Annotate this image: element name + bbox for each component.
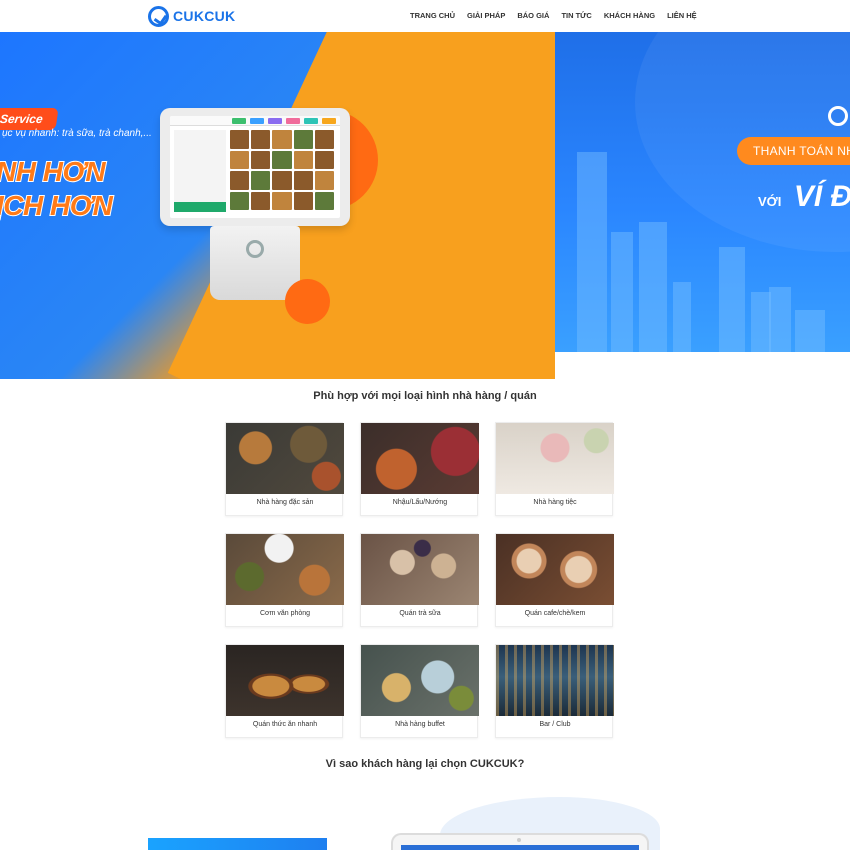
card-image	[226, 645, 344, 716]
city-building	[577, 152, 607, 352]
pos-tab	[250, 118, 264, 124]
pos-tab	[286, 118, 300, 124]
card-label: Bar / Club	[539, 721, 571, 728]
laptop-image	[391, 833, 649, 850]
type-card[interactable]: Nhậu/Lẩu/Nướng	[360, 422, 479, 516]
city-building	[673, 282, 691, 352]
laptop-camera	[517, 838, 521, 842]
card-image	[361, 423, 479, 494]
city-building	[769, 287, 791, 352]
type-card[interactable]: Quán thức ăn nhanh	[225, 644, 344, 738]
type-card[interactable]: Nhà hàng tiệc	[495, 422, 614, 516]
service-tag: Service	[0, 108, 59, 130]
card-label: Nhà hàng tiệc	[533, 499, 577, 506]
card-image	[226, 534, 344, 605]
type-card[interactable]: Nhà hàng đặc sản	[225, 422, 344, 516]
card-image	[226, 423, 344, 494]
card-image	[496, 423, 614, 494]
type-card[interactable]: Cơm văn phòng	[225, 533, 344, 627]
card-label: Quán cafe/chè/kem	[524, 610, 586, 617]
type-card[interactable]: Nhà hàng buffet	[360, 644, 479, 738]
city-building	[611, 232, 633, 352]
wallet-text: VÍ Đ	[793, 180, 850, 213]
wallet-headline: VỚI VÍ Đ	[758, 180, 850, 214]
section-title-types: Phù hợp với mọi loại hình nhà hàng / quá…	[313, 390, 537, 402]
card-label: Quán trà sữa	[399, 610, 441, 617]
with-text: VỚI	[758, 194, 782, 209]
service-subtitle: ục vụ nhanh: trà sữa, trà chanh,...	[2, 128, 152, 139]
type-card[interactable]: Quán trà sữa	[360, 533, 479, 627]
card-label: Nhậu/Lẩu/Nướng	[392, 499, 448, 506]
card-image	[361, 645, 479, 716]
logo[interactable]: CUKCUK	[148, 5, 235, 27]
nav-solutions[interactable]: GIẢI PHÁP	[461, 11, 511, 20]
card-image	[496, 645, 614, 716]
brand-icon	[828, 106, 848, 126]
main-nav: TRANG CHỦ GIẢI PHÁP BÁO GIÁ TIN TỨC KHÁC…	[404, 11, 703, 20]
pos-tab	[322, 118, 336, 124]
nav-contact[interactable]: LIÊN HỆ	[661, 11, 703, 20]
pos-pay-button	[174, 202, 226, 212]
hero-banner-slide[interactable]: Service ục vụ nhanh: trà sữa, trà chanh,…	[0, 32, 555, 379]
city-building	[795, 310, 825, 352]
logo-icon	[148, 5, 169, 27]
card-image	[361, 534, 479, 605]
city-building	[751, 292, 771, 352]
logo-text: CUKCUK	[173, 8, 236, 24]
city-building	[639, 222, 667, 352]
pos-tab	[268, 118, 282, 124]
pos-order-panel	[174, 130, 226, 210]
payment-pill: THANH TOÁN NHA	[737, 137, 850, 165]
nav-news[interactable]: TIN TỨC	[555, 11, 597, 20]
type-card[interactable]: Bar / Club	[495, 644, 614, 738]
pos-tab	[232, 118, 246, 124]
decor-circle-small	[285, 279, 330, 324]
pos-stand	[210, 226, 300, 300]
headline-line-2: ỊCH HƠN	[0, 190, 114, 221]
pos-screen-content	[170, 116, 340, 218]
nav-customers[interactable]: KHÁCH HÀNG	[598, 11, 661, 20]
card-label: Nhà hàng đặc sản	[256, 499, 314, 506]
card-label: Nhà hàng buffet	[395, 721, 445, 728]
hero-banner-slide-next[interactable]: THANH TOÁN NHA VỚI VÍ Đ	[555, 32, 850, 352]
city-building	[719, 247, 745, 352]
site-header: CUKCUK TRANG CHỦ GIẢI PHÁP BÁO GIÁ TIN T…	[0, 0, 850, 32]
nav-pricing[interactable]: BÁO GIÁ	[511, 11, 555, 20]
pos-terminal-image	[160, 108, 350, 300]
feature-panel	[148, 838, 327, 850]
card-label: Quán thức ăn nhanh	[252, 721, 318, 728]
stand-logo-icon	[246, 240, 264, 258]
pos-menu-grid	[230, 130, 334, 210]
card-label: Cơm văn phòng	[259, 610, 311, 617]
pos-screen	[160, 108, 350, 226]
headline-line-1: NH HƠN	[0, 156, 107, 187]
pos-tab	[304, 118, 318, 124]
card-image	[496, 534, 614, 605]
pos-topbar	[170, 116, 340, 126]
type-card[interactable]: Quán cafe/chè/kem	[495, 533, 614, 627]
section-title-why: Vì sao khách hàng lại chọn CUKCUK?	[325, 758, 525, 770]
nav-home[interactable]: TRANG CHỦ	[404, 11, 461, 20]
